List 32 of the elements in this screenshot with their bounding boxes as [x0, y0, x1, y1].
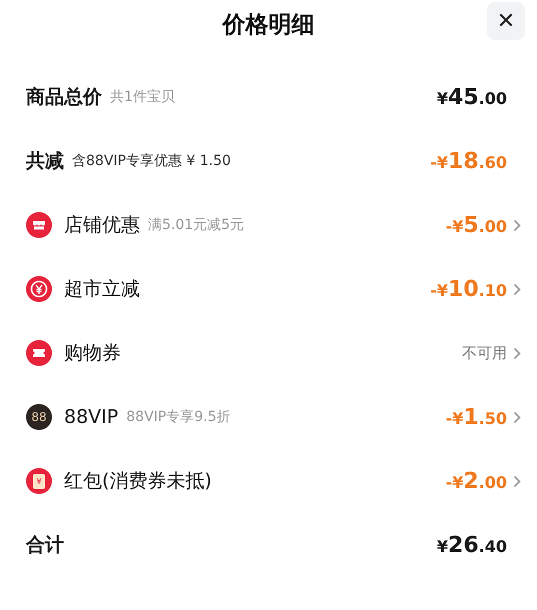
row-note: 共1件宝贝 [110, 88, 175, 106]
price-text: -¥18.60 [430, 148, 507, 176]
row-note: 满5.01元减5元 [148, 216, 244, 234]
close-button[interactable]: ✕ [487, 2, 525, 40]
row-note: 88VIP专享9.5折 [126, 408, 230, 426]
row-label: 88VIP [64, 404, 118, 430]
vip-badge-icon: 88 [26, 404, 52, 430]
price-text: -¥5.00 [446, 212, 507, 240]
row-label: 商品总价 [26, 84, 102, 110]
shop-icon [26, 212, 52, 238]
page-title: 价格明细 [222, 10, 314, 40]
price-text: ¥26.40 [436, 532, 507, 560]
row-label: 购物券 [64, 340, 121, 366]
row-label: 共减 [26, 148, 64, 174]
chevron-right-icon[interactable] [513, 346, 521, 360]
price-text: -¥1.50 [446, 404, 507, 432]
envelope-icon: ¥ [26, 468, 52, 494]
chevron-right-icon[interactable] [513, 282, 521, 296]
chevron-right-icon[interactable] [513, 410, 521, 424]
row-label: 店铺优惠 [64, 212, 140, 238]
chevron-right-icon[interactable] [513, 474, 521, 488]
chevron-right-icon[interactable] [513, 218, 521, 232]
price-text: -¥2.00 [446, 468, 507, 496]
row-label: 超市立减 [64, 276, 140, 302]
price-text: -¥10.10 [430, 276, 507, 304]
status-text: 不可用 [462, 342, 507, 364]
row-label: 合计 [26, 532, 64, 558]
row-note: 含88VIP专享优惠 ¥ 1.50 [72, 152, 231, 170]
yuan-coin-icon [26, 276, 52, 302]
row-label: 红包(消费券未抵) [64, 468, 212, 494]
ticket-icon [26, 340, 52, 366]
price-text: ¥45.00 [436, 84, 507, 112]
